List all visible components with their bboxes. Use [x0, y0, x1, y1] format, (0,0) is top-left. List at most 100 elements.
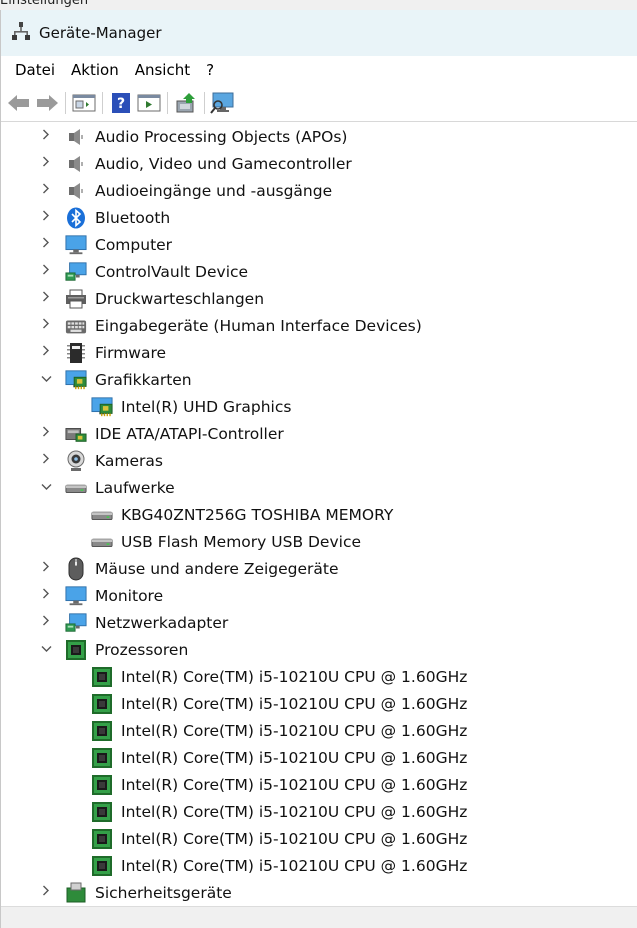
tree-category-eingabeger-te-human-interface-devices[interactable]: Eingabegeräte (Human Interface Devices)	[1, 312, 637, 339]
tree-item-label: Laufwerke	[95, 478, 175, 497]
tree-category-monitore[interactable]: Monitore	[1, 582, 637, 609]
tree-item-label: Prozessoren	[95, 640, 189, 659]
tree-item-label: Bluetooth	[95, 208, 171, 227]
chevron-right-icon[interactable]	[37, 210, 55, 225]
chevron-right-icon[interactable]	[37, 156, 55, 171]
tree-item-label: Intel(R) Core(TM) i5-10210U CPU @ 1.60GH…	[121, 856, 468, 875]
monitor-icon	[65, 234, 87, 256]
help-icon[interactable]: ?	[107, 89, 135, 117]
tree-item-label: KBG40ZNT256G TOSHIBA MEMORY	[121, 505, 394, 524]
tree-device-intel-r-uhd-graphics[interactable]: Intel(R) UHD Graphics	[1, 393, 637, 420]
processor-icon	[91, 747, 113, 769]
toolbar-separator	[102, 91, 103, 114]
tree-item-label: Intel(R) Core(TM) i5-10210U CPU @ 1.60GH…	[121, 694, 468, 713]
toolbar-separator	[65, 91, 66, 114]
menu-ansicht[interactable]: Ansicht	[127, 61, 198, 79]
svg-text:?: ?	[117, 96, 125, 112]
tree-category-kameras[interactable]: Kameras	[1, 447, 637, 474]
tree-item-label: Audio Processing Objects (APOs)	[95, 127, 348, 146]
tree-category-prozessoren[interactable]: Prozessoren	[1, 636, 637, 663]
tree-category-laufwerke[interactable]: Laufwerke	[1, 474, 637, 501]
tree-item-label: Intel(R) Core(TM) i5-10210U CPU @ 1.60GH…	[121, 775, 468, 794]
chip-icon	[65, 342, 87, 364]
tree-device-intel-r-core-tm-i5-10210u-cpu-1-60ghz[interactable]: Intel(R) Core(TM) i5-10210U CPU @ 1.60GH…	[1, 744, 637, 771]
back-icon[interactable]	[5, 89, 33, 117]
tree-item-label: Mäuse und andere Zeigegeräte	[95, 559, 339, 578]
network-monitor-icon	[65, 261, 87, 283]
scan-hardware-icon[interactable]	[209, 89, 237, 117]
processor-icon	[91, 828, 113, 850]
drive-icon	[91, 531, 113, 553]
chevron-down-icon[interactable]	[37, 642, 55, 657]
tree-device-intel-r-core-tm-i5-10210u-cpu-1-60ghz[interactable]: Intel(R) Core(TM) i5-10210U CPU @ 1.60GH…	[1, 852, 637, 879]
chevron-right-icon[interactable]	[37, 318, 55, 333]
tree-category-druckwarteschlangen[interactable]: Druckwarteschlangen	[1, 285, 637, 312]
menu-help[interactable]: ?	[198, 61, 222, 79]
device-manager-app-icon	[11, 21, 31, 45]
menu-bar: Datei Aktion Ansicht ?	[1, 56, 637, 84]
tree-category-grafikkarten[interactable]: Grafikkarten	[1, 366, 637, 393]
tree-category-audio-processing-objects-apos[interactable]: Audio Processing Objects (APOs)	[1, 123, 637, 150]
tree-category-controlvault-device[interactable]: ControlVault Device	[1, 258, 637, 285]
tree-category-netzwerkadapter[interactable]: Netzwerkadapter	[1, 609, 637, 636]
tree-category-ide-ata-atapi-controller[interactable]: IDE ATA/ATAPI-Controller	[1, 420, 637, 447]
menu-datei[interactable]: Datei	[7, 61, 63, 79]
tree-device-intel-r-core-tm-i5-10210u-cpu-1-60ghz[interactable]: Intel(R) Core(TM) i5-10210U CPU @ 1.60GH…	[1, 771, 637, 798]
chevron-right-icon[interactable]	[37, 885, 55, 900]
tree-item-label: Firmware	[95, 343, 167, 362]
tree-item-label: Netzwerkadapter	[95, 613, 229, 632]
chevron-down-icon[interactable]	[37, 480, 55, 495]
tree-device-kbg40znt256g-toshiba-memory[interactable]: KBG40ZNT256G TOSHIBA MEMORY	[1, 501, 637, 528]
processor-icon	[91, 855, 113, 877]
properties-pane-icon[interactable]	[70, 89, 98, 117]
ide-controller-icon	[65, 423, 87, 445]
tree-device-intel-r-core-tm-i5-10210u-cpu-1-60ghz[interactable]: Intel(R) Core(TM) i5-10210U CPU @ 1.60GH…	[1, 798, 637, 825]
chevron-right-icon[interactable]	[37, 183, 55, 198]
tree-category-sicherheitsger-te[interactable]: Sicherheitsgeräte	[1, 879, 637, 906]
chevron-right-icon[interactable]	[37, 561, 55, 576]
tree-item-label: USB Flash Memory USB Device	[121, 532, 362, 551]
tree-item-label: Intel(R) Core(TM) i5-10210U CPU @ 1.60GH…	[121, 667, 468, 686]
processor-icon	[65, 639, 87, 661]
processor-icon	[91, 801, 113, 823]
tree-item-label: Kameras	[95, 451, 163, 470]
chevron-right-icon[interactable]	[37, 615, 55, 630]
tree-device-intel-r-core-tm-i5-10210u-cpu-1-60ghz[interactable]: Intel(R) Core(TM) i5-10210U CPU @ 1.60GH…	[1, 717, 637, 744]
processor-icon	[91, 720, 113, 742]
tree-category-m-use-und-andere-zeigeger-te[interactable]: Mäuse und andere Zeigegeräte	[1, 555, 637, 582]
update-driver-icon[interactable]	[172, 89, 200, 117]
tree-item-label: Intel(R) Core(TM) i5-10210U CPU @ 1.60GH…	[121, 802, 468, 821]
chevron-down-icon[interactable]	[37, 372, 55, 387]
tree-item-label: Audio, Video und Gamecontroller	[95, 154, 352, 173]
forward-icon[interactable]	[33, 89, 61, 117]
tree-item-label: Intel(R) Core(TM) i5-10210U CPU @ 1.60GH…	[121, 721, 468, 740]
chevron-right-icon[interactable]	[37, 453, 55, 468]
tree-device-intel-r-core-tm-i5-10210u-cpu-1-60ghz[interactable]: Intel(R) Core(TM) i5-10210U CPU @ 1.60GH…	[1, 690, 637, 717]
tree-device-intel-r-core-tm-i5-10210u-cpu-1-60ghz[interactable]: Intel(R) Core(TM) i5-10210U CPU @ 1.60GH…	[1, 663, 637, 690]
tree-device-usb-flash-memory-usb-device[interactable]: USB Flash Memory USB Device	[1, 528, 637, 555]
keyboard-icon	[65, 315, 87, 337]
tree-category-bluetooth[interactable]: Bluetooth	[1, 204, 637, 231]
tree-item-label: Monitore	[95, 586, 164, 605]
processor-icon	[91, 774, 113, 796]
tree-category-firmware[interactable]: Firmware	[1, 339, 637, 366]
chevron-right-icon[interactable]	[37, 237, 55, 252]
menu-aktion[interactable]: Aktion	[63, 61, 127, 79]
tree-item-label: ControlVault Device	[95, 262, 249, 281]
tree-category-computer[interactable]: Computer	[1, 231, 637, 258]
tree-item-label: Eingabegeräte (Human Interface Devices)	[95, 316, 422, 335]
run-icon[interactable]	[135, 89, 163, 117]
camera-icon	[65, 450, 87, 472]
device-tree: Audio Processing Objects (APOs) Audio, Vi…	[1, 123, 637, 906]
tree-item-label: Sicherheitsgeräte	[95, 883, 232, 902]
chevron-right-icon[interactable]	[37, 426, 55, 441]
chevron-right-icon[interactable]	[37, 291, 55, 306]
chevron-right-icon[interactable]	[37, 588, 55, 603]
chevron-right-icon[interactable]	[37, 264, 55, 279]
tree-category-audioeing-nge-und-ausg-nge[interactable]: Audioeingänge und -ausgänge	[1, 177, 637, 204]
tree-category-audio-video-und-gamecontroller[interactable]: Audio, Video und Gamecontroller	[1, 150, 637, 177]
tree-device-intel-r-core-tm-i5-10210u-cpu-1-60ghz[interactable]: Intel(R) Core(TM) i5-10210U CPU @ 1.60GH…	[1, 825, 637, 852]
chevron-right-icon[interactable]	[37, 345, 55, 360]
chevron-right-icon[interactable]	[37, 129, 55, 144]
speaker-icon	[65, 126, 87, 148]
